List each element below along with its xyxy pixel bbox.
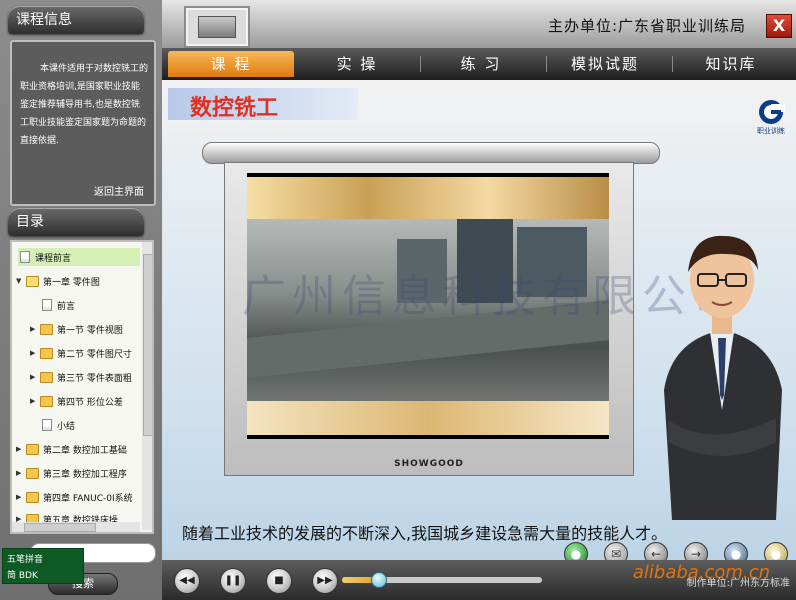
doc-icon bbox=[20, 251, 30, 263]
toc-horizontal-scrollbar[interactable] bbox=[12, 522, 140, 532]
toc-item-label: 第三节 零件表面粗 bbox=[57, 373, 132, 384]
course-info-header: 课程信息 bbox=[8, 6, 144, 34]
tab-course[interactable]: 课 程 bbox=[168, 51, 294, 77]
toc-item-section1[interactable]: ▶ 第一节 零件视图 bbox=[30, 320, 123, 338]
toc-item-label: 第三章 数控加工程序 bbox=[43, 469, 127, 480]
toc-item-label: 第二节 零件图尺寸 bbox=[57, 349, 132, 360]
close-button[interactable]: X bbox=[766, 14, 792, 38]
machine-thumbnail bbox=[184, 6, 250, 48]
video-frame-top-band bbox=[247, 177, 609, 219]
progress-knob[interactable] bbox=[371, 572, 387, 588]
toc-item-label: 第一章 零件图 bbox=[43, 277, 100, 288]
toc-item-label: 前言 bbox=[57, 301, 76, 312]
ime-status-label: 简 BDK bbox=[7, 571, 38, 581]
course-title: 数控铣工 bbox=[190, 96, 279, 121]
toc-item-chapter3[interactable]: ▶ 第三章 数控加工程序 bbox=[16, 464, 127, 482]
toc-item-section4[interactable]: ▶ 第四节 形位公差 bbox=[30, 392, 123, 410]
pause-icon[interactable]: ❚❚ bbox=[220, 568, 246, 594]
organizer-label: 主办单位:广东省职业训练局 bbox=[547, 17, 746, 35]
toc-item-foreword[interactable]: 前言 bbox=[40, 296, 75, 314]
doc-icon bbox=[42, 299, 52, 311]
toc-item-label: 课程前言 bbox=[35, 253, 72, 264]
toc-item-label: 小结 bbox=[57, 421, 76, 432]
folder-icon bbox=[26, 467, 39, 479]
tab-exercise[interactable]: 练 习 bbox=[418, 51, 544, 77]
teacher-avatar bbox=[664, 235, 782, 520]
projector-screen-roller bbox=[202, 142, 660, 164]
fast-forward-icon[interactable]: ▶▶ bbox=[312, 568, 338, 594]
scroll-thumb[interactable] bbox=[143, 254, 152, 436]
tab-practice-operation[interactable]: 实 操 bbox=[294, 51, 420, 77]
logo-text: 职业训练 bbox=[757, 127, 785, 135]
expand-arrow-icon[interactable]: ▶ bbox=[16, 493, 24, 501]
ime-mode-label: 五笔拼音 bbox=[7, 555, 44, 565]
training-logo-icon bbox=[759, 100, 785, 124]
course-info-text: 本课件适用于对数控铣工的职业资格培训,是国家职业技能鉴定推荐辅导用书,也是数控铣… bbox=[20, 64, 149, 146]
toc-item-summary[interactable]: 小结 bbox=[40, 416, 75, 434]
expand-arrow-icon[interactable]: ▶ bbox=[30, 349, 38, 357]
projector-brand: SHOWGOOD bbox=[394, 459, 464, 469]
toc-item-section3[interactable]: ▶ 第三节 零件表面粗 bbox=[30, 368, 132, 386]
lesson-content: 数控铣工 职业训练 SHOWGOOD 广州信息科技有限公司 随着工业技术的发展的… bbox=[162, 80, 796, 560]
folder-icon bbox=[40, 347, 53, 359]
main-nav: 课 程 实 操 练 习 模拟试题 知识库 bbox=[162, 48, 796, 80]
rewind-icon[interactable]: ◀◀ bbox=[174, 568, 200, 594]
toc-item-label: 第四节 形位公差 bbox=[57, 397, 123, 408]
folder-icon bbox=[26, 443, 39, 455]
folder-open-icon bbox=[26, 275, 39, 287]
toc-item-chapter2[interactable]: ▶ 第二章 数控加工基础 bbox=[16, 440, 127, 458]
vocational-training-logo: 职业训练 bbox=[754, 98, 788, 136]
course-info-panel: 本课件适用于对数控铣工的职业资格培训,是国家职业技能鉴定推荐辅导用书,也是数控铣… bbox=[10, 40, 156, 206]
folder-icon bbox=[40, 371, 53, 383]
toc-item-label: 第一节 零件视图 bbox=[57, 325, 123, 336]
toc-item-preface[interactable]: 课程前言 bbox=[18, 248, 140, 266]
left-sidebar: 课程信息 本课件适用于对数控铣工的职业资格培训,是国家职业技能鉴定推荐辅导用书,… bbox=[0, 0, 162, 600]
toc-item-chapter4[interactable]: ▶ 第四章 FANUC-0I系统 bbox=[16, 488, 133, 506]
toc-vertical-scrollbar[interactable] bbox=[142, 242, 152, 530]
toc-item-label: 第二章 数控加工基础 bbox=[43, 445, 127, 456]
tab-mock-exam[interactable]: 模拟试题 bbox=[542, 51, 668, 77]
video-frame-bottom-band bbox=[247, 401, 609, 435]
cnc-machine-icon bbox=[198, 16, 236, 38]
expand-arrow-icon[interactable]: ▶ bbox=[30, 325, 38, 333]
folder-icon bbox=[40, 395, 53, 407]
back-to-main-link[interactable]: 返回主界面 bbox=[94, 183, 144, 198]
producer-credit: 制作单位:广州东方标准 bbox=[686, 578, 790, 589]
toc-item-section2[interactable]: ▶ 第二节 零件图尺寸 bbox=[30, 344, 132, 362]
toc-header: 目录 bbox=[8, 208, 144, 236]
ime-toolbar[interactable]: 五笔拼音 简 BDK bbox=[2, 548, 84, 584]
course-title-bar: 数控铣工 bbox=[168, 88, 358, 121]
media-control-bar: ◀◀ ❚❚ ■ ▶▶ alibaba.com.cn 制作单位:广州东方标准 bbox=[162, 560, 796, 600]
tab-knowledge-base[interactable]: 知识库 bbox=[668, 51, 794, 77]
progress-bar[interactable] bbox=[342, 572, 542, 588]
top-header: 主办单位:广东省职业训练局 X bbox=[162, 0, 796, 48]
scroll-thumb[interactable] bbox=[24, 523, 96, 532]
toc-tree: 课程前言 ▼ 第一章 零件图 前言 ▶ 第一节 零件视图 ▶ 第二节 零件图尺寸… bbox=[10, 240, 154, 534]
expand-arrow-icon[interactable]: ▼ bbox=[16, 277, 24, 285]
doc-icon bbox=[42, 419, 52, 431]
stop-icon[interactable]: ■ bbox=[266, 568, 292, 594]
expand-arrow-icon[interactable]: ▶ bbox=[30, 373, 38, 381]
toc-item-chapter1[interactable]: ▼ 第一章 零件图 bbox=[16, 272, 100, 290]
folder-icon bbox=[40, 323, 53, 335]
expand-arrow-icon[interactable]: ▶ bbox=[30, 397, 38, 405]
folder-icon bbox=[26, 491, 39, 503]
expand-arrow-icon[interactable]: ▶ bbox=[16, 445, 24, 453]
expand-arrow-icon[interactable]: ▶ bbox=[16, 469, 24, 477]
toc-item-label: 第四章 FANUC-0I系统 bbox=[43, 493, 133, 504]
